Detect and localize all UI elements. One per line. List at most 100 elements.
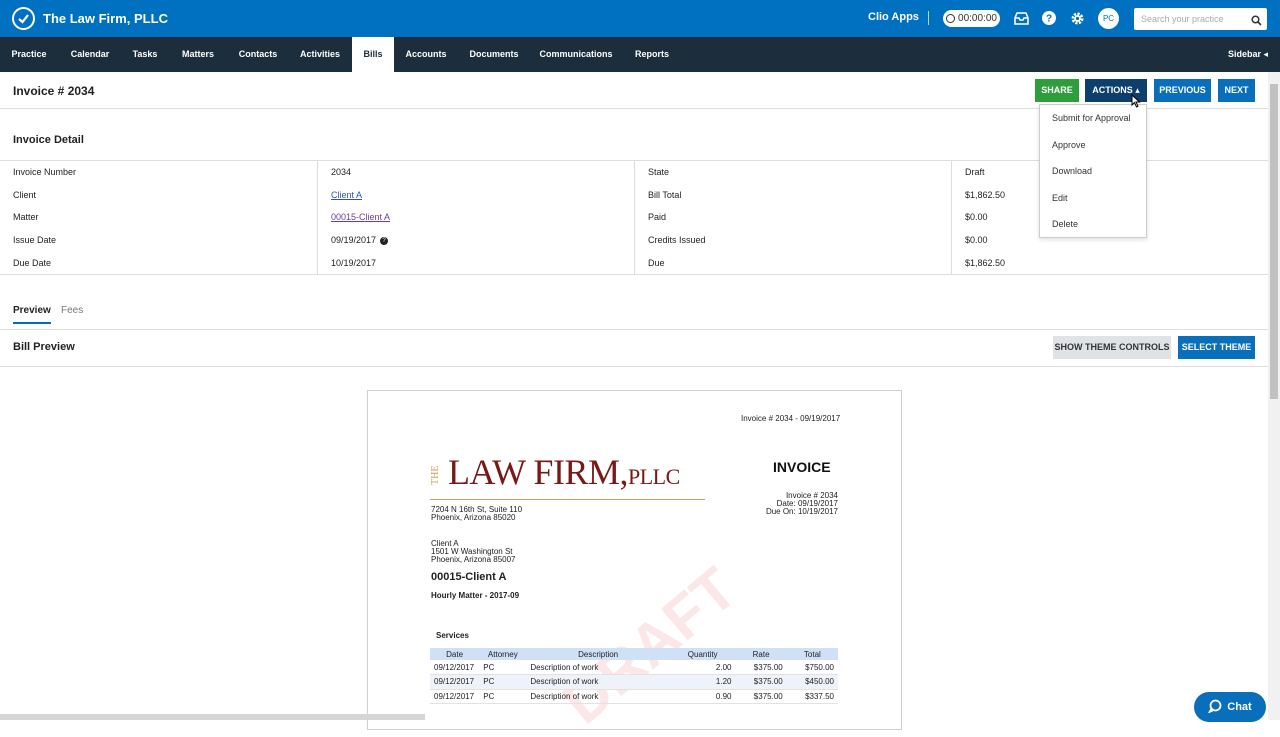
firm-name: The Law Firm, PLLC [43, 11, 168, 26]
search-input[interactable] [1134, 8, 1246, 30]
nav-activities[interactable]: Activities [288, 37, 352, 72]
divider [0, 274, 1268, 275]
invoice-detail-heading: Invoice Detail [13, 134, 84, 146]
svg-text:?: ? [1046, 14, 1052, 25]
cell-attorney: PC [479, 660, 527, 675]
label-matter: Matter [13, 212, 39, 222]
timer-button[interactable]: 00:00:00 [943, 10, 1000, 27]
brand[interactable]: The Law Firm, PLLC [12, 7, 168, 30]
inbox-icon[interactable] [1013, 10, 1029, 26]
label-due-date: Due Date [13, 258, 52, 268]
menu-item-download[interactable]: Download [1052, 166, 1092, 176]
share-button[interactable]: SHARE [1035, 79, 1079, 102]
column-divider [951, 161, 952, 274]
gear-icon[interactable] [1069, 10, 1085, 26]
checkmark-logo-icon [12, 7, 35, 30]
nav-calendar[interactable]: Calendar [58, 37, 122, 72]
menu-item-delete[interactable]: Delete [1052, 219, 1078, 229]
value-paid: $0.00 [965, 212, 988, 222]
clock-icon [946, 14, 956, 23]
nav-communications[interactable]: Communications [530, 37, 622, 72]
doc-due-on: Due On: 10/19/2017 [765, 507, 838, 516]
mouse-cursor-icon [1131, 93, 1141, 113]
nav-documents[interactable]: Documents [458, 37, 530, 72]
cell-description: Description of work [526, 689, 670, 704]
col-attorney: Attorney [479, 648, 527, 660]
value-due: $1,862.50 [965, 258, 1006, 268]
menu-item-submit-for-approval[interactable]: Submit for Approval [1052, 113, 1131, 123]
col-quantity: Quantity [669, 648, 736, 660]
next-button[interactable]: NEXT [1218, 79, 1255, 102]
issue-date-value: 09/19/2017? [331, 235, 389, 245]
tab-fees[interactable]: Fees [61, 305, 83, 316]
help-icon[interactable]: ? [1041, 10, 1057, 26]
tab-preview[interactable]: Preview [13, 305, 51, 324]
show-theme-controls-button[interactable]: SHOW THEME CONTROLS [1053, 336, 1171, 359]
nav-tasks[interactable]: Tasks [122, 37, 168, 72]
services-table: Date Attorney Description Quantity Rate … [430, 648, 838, 704]
chat-button[interactable]: Chat [1194, 692, 1266, 722]
firm-address-2: Phoenix, Arizona 85020 [431, 513, 516, 522]
nav-bills[interactable]: Bills [352, 37, 394, 72]
nav-reports[interactable]: Reports [622, 37, 682, 72]
col-description: Description [526, 648, 670, 660]
cell-attorney: PC [479, 674, 527, 690]
cell-quantity: 0.90 [669, 689, 736, 704]
sidebar-toggle[interactable]: Sidebar ◂ [1228, 37, 1268, 72]
scrollbar-thumb[interactable] [1270, 84, 1278, 399]
cell-date: 09/12/2017 [430, 660, 480, 675]
matter-link[interactable]: 00015-Client A [331, 212, 390, 222]
draft-watermark: DRAFT [550, 554, 750, 737]
cell-description: Description of work [526, 674, 670, 690]
top-bar: The Law Firm, PLLC Clio Apps 00:00:00 ? … [0, 0, 1280, 37]
avatar[interactable]: PC [1098, 8, 1119, 29]
client-address-2: Phoenix, Arizona 85007 [431, 555, 516, 564]
invoice-heading: INVOICE [773, 459, 831, 475]
label-paid: Paid [648, 212, 667, 222]
nav-contacts[interactable]: Contacts [228, 37, 288, 72]
chat-bubble-icon [1208, 699, 1222, 716]
menu-item-approve[interactable]: Approve [1052, 140, 1086, 150]
table-header-row: Date Attorney Description Quantity Rate … [430, 648, 838, 660]
divider [0, 329, 1268, 330]
label-client: Client [13, 190, 37, 200]
value-invoice-number: 2034 [331, 167, 352, 177]
value-due-date: 10/19/2017 [331, 258, 377, 268]
value-bill-total: $1,862.50 [965, 190, 1006, 200]
horizontal-scrollbar[interactable] [0, 714, 425, 720]
timer-value: 00:00:00 [958, 13, 997, 24]
search-box [1134, 8, 1267, 30]
help-icon[interactable]: ? [380, 236, 389, 245]
search-icon[interactable] [1251, 13, 1262, 31]
label-state: State [648, 167, 670, 177]
select-theme-button[interactable]: SELECT THEME [1178, 336, 1255, 359]
cell-description: Description of work [526, 660, 670, 675]
column-divider [317, 161, 318, 274]
main-nav: Practice Calendar Tasks Matters Contacts… [0, 37, 1280, 72]
table-row: 09/12/2017 PC Description of work 0.90 $… [430, 689, 838, 704]
issue-date: 09/19/2017 [331, 235, 377, 245]
menu-item-edit[interactable]: Edit [1052, 193, 1068, 203]
cell-rate: $375.00 [735, 674, 787, 690]
cell-total: $337.50 [786, 689, 838, 704]
bill-preview-heading: Bill Preview [13, 341, 75, 353]
vertical-scrollbar[interactable] [1268, 72, 1280, 720]
cell-total: $750.00 [786, 660, 838, 675]
previous-button[interactable]: PREVIOUS [1154, 79, 1211, 102]
sidebar-label: Sidebar [1228, 49, 1262, 59]
nav-accounts[interactable]: Accounts [394, 37, 458, 72]
table-row: 09/12/2017 PC Description of work 1.20 $… [430, 674, 838, 690]
nav-practice[interactable]: Practice [0, 37, 58, 72]
table-row: 09/12/2017 PC Description of work 2.00 $… [430, 660, 838, 675]
column-divider [634, 161, 635, 274]
client-link[interactable]: Client A [331, 190, 362, 200]
matter-subtitle: Hourly Matter - 2017-09 [431, 591, 520, 600]
label-bill-total: Bill Total [648, 190, 682, 200]
clio-apps-link[interactable]: Clio Apps [868, 11, 919, 23]
actions-label: ACTIONS [1092, 85, 1133, 95]
page-title: Invoice # 2034 [13, 84, 95, 98]
value-state: Draft [965, 167, 985, 177]
cell-total: $450.00 [786, 674, 838, 690]
logo-the: THE [430, 465, 441, 485]
nav-matters[interactable]: Matters [168, 37, 228, 72]
